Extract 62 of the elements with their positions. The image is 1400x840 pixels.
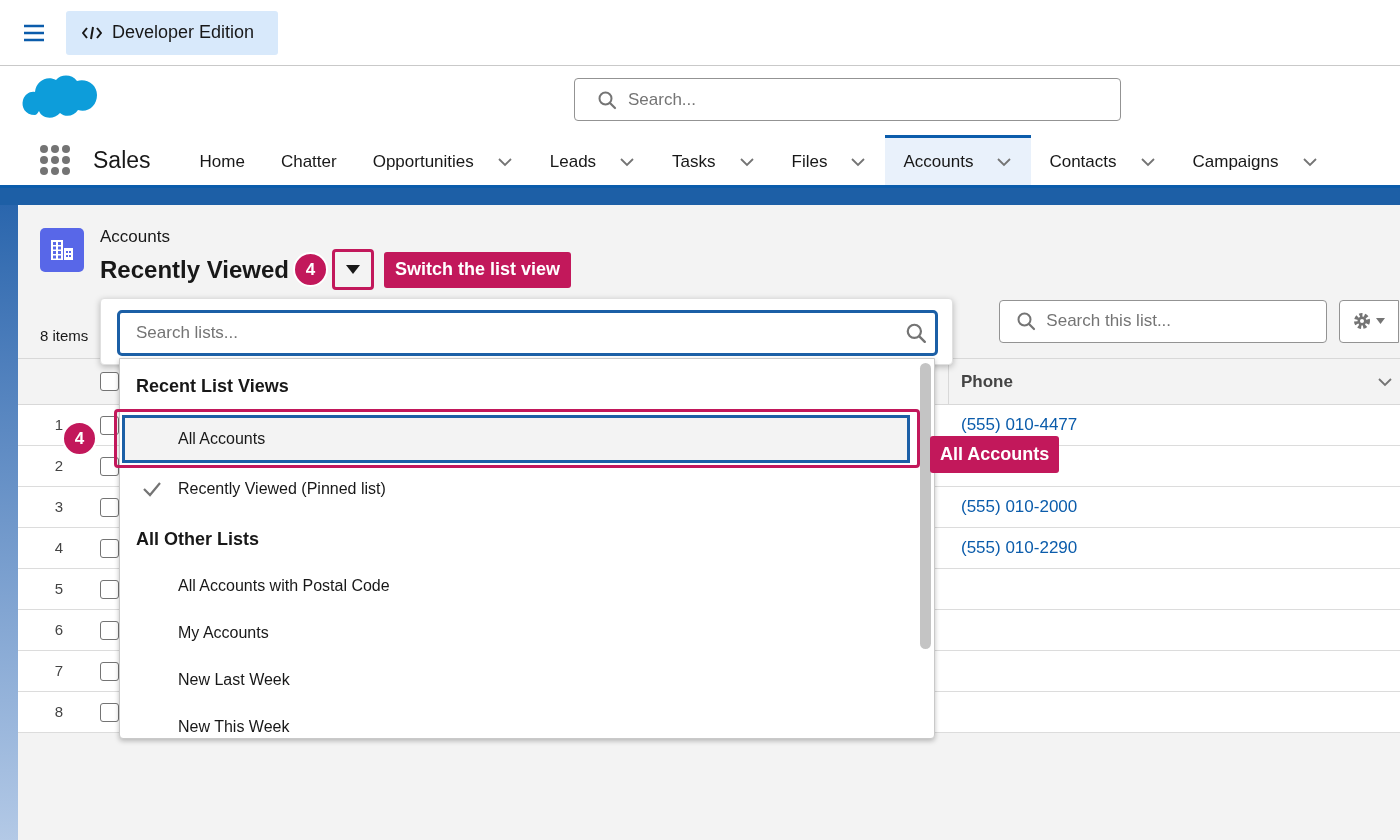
phone-link[interactable]: (555) 010-4477 (961, 412, 1078, 438)
item-count: 8 items (40, 325, 89, 346)
settings-icon (1352, 311, 1373, 331)
scrollbar[interactable] (920, 363, 931, 649)
global-search-field[interactable]: Search... (574, 78, 1121, 121)
settings-button[interactable] (1339, 299, 1400, 343)
row-checkbox[interactable] (100, 661, 119, 681)
list-search-field[interactable]: Search this list... (999, 299, 1328, 343)
nav-tab[interactable]: Files (773, 135, 886, 185)
code-icon (82, 24, 102, 41)
list-view-option[interactable]: All Accounts (124, 417, 908, 461)
app-name: Sales (93, 145, 151, 175)
list-view-option[interactable]: My Accounts (124, 609, 908, 656)
row-number: 1 (53, 414, 65, 435)
row-number: 2 (53, 455, 65, 476)
edition-label: Developer Edition (112, 21, 255, 44)
row-number: 5 (53, 578, 65, 599)
list-search-input[interactable]: Search lists... (117, 310, 938, 356)
nav-tab[interactable]: Home (181, 135, 263, 185)
caret-icon (346, 265, 360, 274)
search-icon (905, 322, 927, 344)
search-icon (1016, 311, 1037, 331)
nav-tab[interactable]: Contacts (1031, 135, 1175, 185)
callout-label: All Accounts (930, 436, 1060, 473)
row-number: 3 (53, 496, 65, 517)
phone-link[interactable]: (555) 010-2290 (961, 535, 1078, 561)
callout-label: Switch the list view (384, 251, 572, 288)
section-heading: Recent List Views (136, 375, 289, 398)
row-number: 7 (53, 660, 65, 681)
menu-icon[interactable] (23, 23, 45, 42)
phone-link[interactable]: (555) 010-2000 (961, 494, 1078, 520)
search-icon (597, 89, 617, 110)
edition-badge[interactable]: Developer Edition (66, 10, 278, 55)
nav-tab[interactable]: Tasks (654, 135, 774, 185)
list-view-option[interactable]: New This Week (124, 703, 908, 738)
row-checkbox[interactable] (100, 497, 119, 517)
caret-icon (1376, 318, 1386, 324)
nav-tab[interactable]: Chatter (262, 135, 355, 185)
list-view-option[interactable]: All Accounts with Postal Code (124, 562, 908, 609)
row-checkbox[interactable] (100, 372, 119, 391)
row-number: 8 (53, 701, 65, 722)
nav-tab[interactable]: Accounts (885, 135, 1032, 185)
column-header[interactable]: Phone (961, 368, 1013, 395)
row-checkbox[interactable] (100, 579, 119, 599)
step-badge: 4 (293, 252, 328, 287)
section-heading: All Other Lists (136, 528, 260, 551)
row-number: 6 (53, 619, 65, 640)
accounts-object-icon (40, 228, 84, 272)
nav-tab[interactable]: Campaigns (1174, 135, 1337, 185)
object-label: Accounts (100, 227, 171, 247)
list-view-option[interactable]: Recently Viewed (Pinned list) (124, 465, 908, 512)
row-number: 4 (53, 537, 65, 558)
checkmark-icon (142, 480, 162, 497)
list-view-option[interactable]: New Last Week (124, 656, 908, 703)
list-view-dropdown-button[interactable] (332, 249, 374, 290)
row-checkbox[interactable] (100, 538, 119, 558)
row-checkbox[interactable] (100, 620, 119, 640)
list-view-title: Recently Viewed (100, 254, 289, 285)
row-checkbox[interactable] (100, 702, 119, 722)
nav-tab[interactable]: Leads (531, 135, 655, 185)
nav-tab[interactable]: Opportunities (354, 135, 532, 185)
app-launcher-icon[interactable] (39, 144, 71, 176)
